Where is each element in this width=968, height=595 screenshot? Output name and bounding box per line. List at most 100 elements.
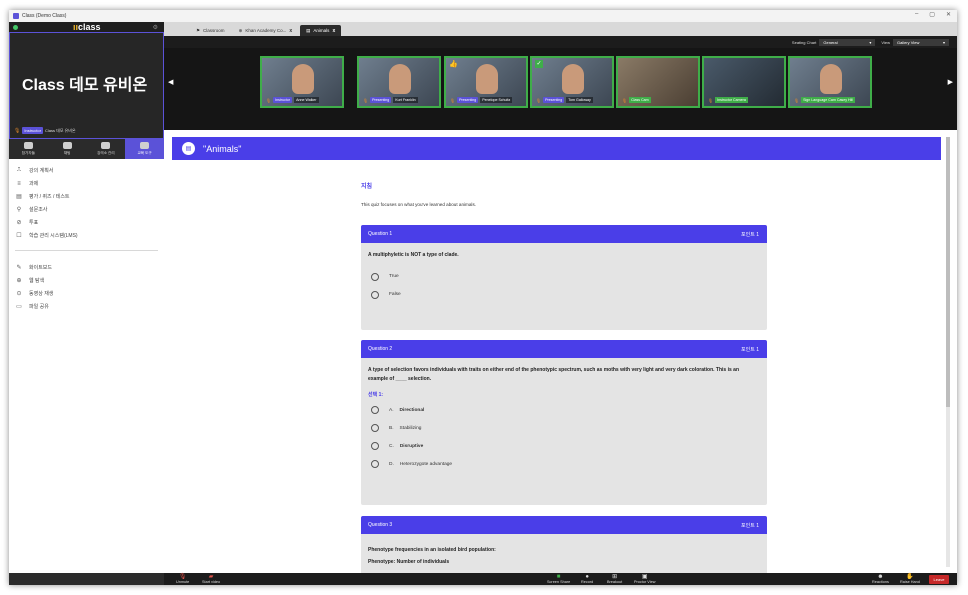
raise-hand-button[interactable]: ✋ Raise Hand xyxy=(900,574,920,584)
video-tile[interactable]: 🎙 Class Cam xyxy=(616,56,700,108)
minimize-icon[interactable]: – xyxy=(915,11,918,18)
video-tile[interactable]: 🎙 Presenting Kurt Franklin xyxy=(357,56,441,108)
leave-button[interactable]: Leave xyxy=(929,575,949,584)
unmute-button[interactable]: 🎙 Unmute xyxy=(176,574,189,584)
scrollbar-thumb[interactable] xyxy=(946,137,950,407)
breakout-label: Breakout xyxy=(607,580,623,584)
tab-khan-academy[interactable]: ⊕ Khan Academy Co... x xyxy=(233,25,299,36)
microphone-icon: 🎙 xyxy=(794,97,800,103)
toolbar-label: 교육 도구 xyxy=(137,151,152,155)
participant-video xyxy=(292,64,314,94)
seating-chart-label: Seating Chart xyxy=(791,39,817,45)
reactions-button[interactable]: ☻ Reactions xyxy=(872,574,889,584)
toolbar-participants[interactable]: 참가자들 xyxy=(9,139,48,159)
tab-animals[interactable]: ▤ Animals x xyxy=(300,25,342,36)
participant-video xyxy=(476,64,498,94)
record-button[interactable]: ● Record xyxy=(581,574,593,584)
radio-button[interactable] xyxy=(371,290,379,299)
seating-chart-select[interactable]: Seating Chart General ▾ xyxy=(791,38,876,46)
window-controls: – ▢ ✕ xyxy=(915,11,951,18)
thumbs-up-reaction-icon: 👍 xyxy=(449,61,458,68)
unmute-label: Unmute xyxy=(176,580,190,584)
radio-button[interactable] xyxy=(371,272,379,281)
tile-role: Presenting xyxy=(457,97,479,103)
close-window-icon[interactable]: ✕ xyxy=(946,11,951,18)
menu-item-file-share[interactable]: ▭ 파일 공유 xyxy=(9,300,164,313)
self-nametag: 🎙 Instructor Class 데모 유비온 xyxy=(14,127,76,134)
tile-role: Presenting xyxy=(543,97,565,103)
gear-icon[interactable]: ⚙ xyxy=(153,24,158,31)
instructions-title: 지침 xyxy=(361,184,373,190)
maximize-icon[interactable]: ▢ xyxy=(929,11,935,18)
answer-option[interactable]: D. Heterozygote advantage xyxy=(361,455,767,473)
answer-option[interactable]: C. Disruptive xyxy=(361,437,767,455)
tile-name: Anne Walker xyxy=(294,97,319,103)
screen-share-button[interactable]: ■ Screen Share xyxy=(547,574,570,584)
self-video-tile[interactable]: Class 데모 유비온 🎙 Instructor Class 데모 유비온 xyxy=(9,32,164,139)
video-tile[interactable]: 👍 🎙 Presenting Penelope Schultz xyxy=(444,56,528,108)
tab-label: Classroom xyxy=(203,28,225,33)
answer-option[interactable]: A. Directional xyxy=(361,401,767,419)
toolbar-teaching-tools[interactable]: 교육 도구 xyxy=(125,139,164,159)
video-tile[interactable]: ✓ 🎙 Presenting Tom Galloway xyxy=(530,56,614,108)
toolbar-label: 참가자들 xyxy=(21,151,35,155)
start-video-button[interactable]: ▰ Start video xyxy=(202,574,220,584)
answer-option[interactable]: B. Stabilizing xyxy=(361,419,767,437)
toolbar-classroom-manage[interactable]: 강의소 관리 xyxy=(87,139,126,159)
menu-item-survey[interactable]: ⚲ 설문조사 xyxy=(9,203,164,216)
gallery-next-arrow-icon[interactable]: ▶ xyxy=(948,78,953,86)
radio-button[interactable] xyxy=(371,424,379,432)
tile-label: 🎙 Presenting Penelope Schultz xyxy=(450,97,513,103)
participant-video xyxy=(389,64,411,94)
option-text: Stabilizing xyxy=(399,425,422,431)
survey-icon: ⚲ xyxy=(16,207,22,213)
gallery-prev-arrow-icon[interactable]: ◀ xyxy=(168,78,173,86)
menu-item-quiz[interactable]: ▤ 평가 / 퀴즈 / 테스트 xyxy=(9,190,164,203)
meeting-controls-bar: 🎙 Unmute ▰ Start video ■ Screen Share ● Reco… xyxy=(164,573,957,585)
menu-item-whiteboard[interactable]: ✎ 화이트보드 xyxy=(9,261,164,274)
radio-button[interactable] xyxy=(371,460,379,468)
question-number: Question 2 xyxy=(368,346,393,352)
tile-name: Class Cam xyxy=(629,97,651,103)
menu-item-assignment[interactable]: ≡ 과제 xyxy=(9,177,164,190)
option-text: True xyxy=(389,274,399,279)
answer-option[interactable]: False xyxy=(361,286,767,304)
menu-item-video-play[interactable]: ⊙ 동영상 재생 xyxy=(9,287,164,300)
toolbar-chat[interactable]: 채팅 xyxy=(48,139,87,159)
menu-label: 과제 xyxy=(29,181,39,187)
tile-name: Kurt Franklin xyxy=(393,97,418,103)
view-dropdown[interactable]: Gallery View ▾ xyxy=(893,38,949,46)
close-icon[interactable]: x xyxy=(289,28,292,34)
video-tile[interactable]: 🎙 Instructor Anne Walker xyxy=(260,56,344,108)
question-points: 포인트 1 xyxy=(741,231,759,238)
question-header: Question 1 포인트 1 xyxy=(361,225,767,243)
radio-button[interactable] xyxy=(371,406,379,414)
close-icon[interactable]: x xyxy=(332,28,335,34)
classroom-tab-icon: ⚑ xyxy=(196,27,201,33)
menu-item-syllabus[interactable]: ⎍ 강의 계획서 xyxy=(9,164,164,177)
app-logo-icon xyxy=(13,13,19,19)
seating-chart-dropdown[interactable]: General ▾ xyxy=(819,38,876,46)
tile-name: Penelope Schultz xyxy=(480,97,513,103)
microphone-icon: 🎙 xyxy=(363,97,369,103)
tile-role: Presenting xyxy=(370,97,392,103)
menu-item-poll[interactable]: ⊘ 투표 xyxy=(9,216,164,229)
content-scrollbar[interactable] xyxy=(946,137,950,567)
proctor-view-button[interactable]: ▣ Proctor View xyxy=(634,574,655,584)
tile-label: 🎙 Presenting Tom Galloway xyxy=(536,97,593,103)
menu-label: 화이트보드 xyxy=(29,265,53,271)
content-header: ▤ "Animals" xyxy=(172,137,941,160)
tile-name: Tom Galloway xyxy=(566,97,593,103)
tab-classroom[interactable]: ⚑ Classroom xyxy=(190,25,231,36)
question-text: A multiphyletic is NOT a type of clade. xyxy=(368,252,459,258)
view-select[interactable]: View Gallery View ▾ xyxy=(881,38,949,46)
option-text: Disruptive xyxy=(399,443,424,449)
answer-option[interactable]: True xyxy=(361,268,767,286)
menu-item-lms[interactable]: ☐ 학습 관리 시스템(LMS) xyxy=(9,229,164,242)
radio-button[interactable] xyxy=(371,442,379,450)
menu-item-web-browse[interactable]: ⊕ 웹 탐색 xyxy=(9,274,164,287)
breakout-button[interactable]: ⊞ Breakout xyxy=(607,574,622,584)
menu-label: 설문조사 xyxy=(29,207,48,213)
video-tile[interactable]: 🎙 Instructor Camera xyxy=(702,56,786,108)
video-tile[interactable]: 🎙 Sign Language Cam Casey Hill xyxy=(788,56,872,108)
